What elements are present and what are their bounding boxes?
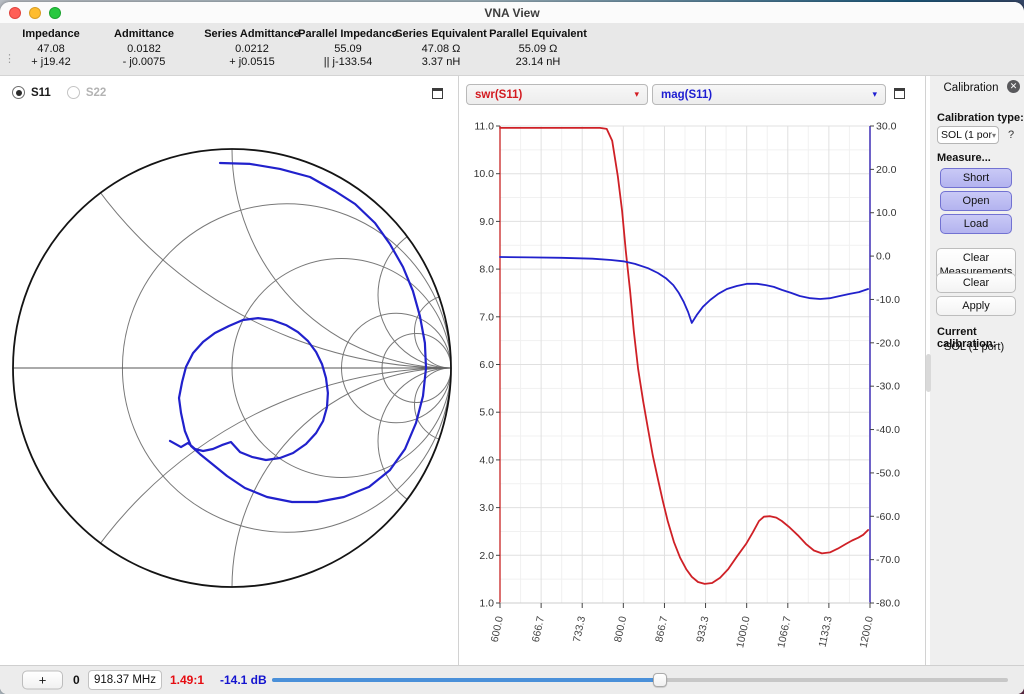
- slider-fill: [272, 678, 660, 682]
- right-axis-tick-label: 0.0: [876, 251, 891, 263]
- slider-handle[interactable]: [652, 673, 667, 687]
- left-axis-tick-label: 10.0: [474, 168, 495, 180]
- smith-chart: [12, 148, 452, 588]
- left-axis-tick-label: 4.0: [479, 454, 494, 466]
- measurement-impedance: Impedance 47.08 + j19.42: [22, 28, 80, 68]
- right-axis-tick-label: -80.0: [876, 598, 900, 610]
- x-axis-tick-label: 733.3: [571, 615, 588, 643]
- title-bar: VNA View: [0, 2, 1024, 23]
- drag-handle-icon[interactable]: ⋮: [4, 54, 15, 65]
- s11-radio[interactable]: [12, 86, 25, 99]
- swr(S11)-curve: [499, 127, 869, 585]
- s11-radio-label: S11: [31, 86, 51, 99]
- series2-dropdown[interactable]: mag(S11) ▾: [652, 84, 886, 105]
- x-axis-tick-label: 600.0: [489, 615, 506, 643]
- chevron-down-icon: ▾: [872, 89, 877, 99]
- left-axis-tick-label: 7.0: [479, 311, 494, 323]
- smith-panel: S11 S22: [0, 76, 458, 667]
- detach-smith-window-icon[interactable]: [432, 88, 443, 99]
- measurement-parallel-equivalent: Parallel Equivalent 55.09 Ω 23.14 nH: [489, 28, 587, 68]
- window-title: VNA View: [484, 6, 540, 20]
- series1-dropdown[interactable]: swr(S11) ▾: [466, 84, 648, 105]
- measurement-series-admittance: Series Admittance 0.0212 + j0.0515: [204, 28, 300, 68]
- chart-panel: swr(S11) ▾ mag(S11) ▾ 11.0 10.0 9.0 8.0 7.0 6…: [460, 76, 925, 667]
- x-axis-tick-label: 800.0: [612, 615, 629, 643]
- apply-button[interactable]: Apply: [936, 296, 1016, 316]
- x-axis-tick-label: 1066.7: [775, 615, 793, 649]
- scrollbar-thumb[interactable]: [926, 354, 931, 392]
- marker-frequency-slider[interactable]: [272, 673, 1008, 687]
- load-button[interactable]: Load: [940, 214, 1012, 234]
- series1-dropdown-value: swr(S11): [475, 88, 523, 101]
- x-axis-tick-label: 933.3: [694, 615, 711, 643]
- right-axis-tick-label: -50.0: [876, 467, 900, 479]
- s22-radio[interactable]: [66, 86, 80, 99]
- x-axis-tick-label: 1133.3: [817, 615, 835, 648]
- panel-divider[interactable]: [458, 76, 459, 667]
- measurement-admittance: Admittance 0.0182 - j0.0075: [114, 28, 174, 68]
- marker-mag-readout: -14.1 dB: [220, 673, 267, 687]
- right-axis-tick-label: -70.0: [876, 554, 900, 566]
- main-area: S11 S22 swr(S11) ▾ mag(S11) ▾ 11.0 10.0 9.…: [0, 76, 1024, 667]
- right-axis-tick-label: -40.0: [876, 424, 900, 436]
- open-button[interactable]: Open: [940, 191, 1012, 211]
- chevron-down-icon: ▾: [991, 130, 996, 140]
- series2-dropdown-value: mag(S11): [661, 88, 713, 101]
- clear-button[interactable]: Clear: [936, 273, 1016, 293]
- measure-label: Measure...: [937, 152, 991, 164]
- marker-frequency-field[interactable]: 918.37 MHz: [88, 670, 162, 690]
- left-axis-tick-label: 5.0: [479, 407, 494, 419]
- right-axis-tick-label: -20.0: [876, 337, 900, 349]
- marker-index: 0: [73, 673, 80, 687]
- smith-reactance-arcs: [13, 149, 451, 587]
- left-axis-tick-label: 2.0: [479, 550, 494, 562]
- measurements-header: ⋮ Impedance 47.08 + j19.42 Admittance 0.…: [0, 23, 1024, 76]
- x-axis-tick-label: 1000.0: [734, 615, 752, 649]
- current-calibration-value: SOL (1 port): [944, 341, 1005, 353]
- app-window: VNA View ⋮ Impedance 47.08 + j19.42 Admi…: [0, 2, 1024, 694]
- x-axis-tick-label: 666.7: [530, 615, 547, 643]
- measurement-series-equivalent: Series Equivalent 47.08 Ω 3.37 nH: [395, 28, 487, 68]
- help-button[interactable]: ?: [1008, 129, 1014, 141]
- x-axis-tick-label: 866.7: [653, 615, 670, 643]
- add-marker-button[interactable]: +: [22, 670, 63, 690]
- left-axis-tick-label: 8.0: [479, 264, 494, 276]
- left-axis-tick-label: 9.0: [479, 216, 494, 228]
- calibration-type-label: Calibration type:: [937, 112, 1024, 124]
- measurement-parallel-impedance: Parallel Impedance 55.09 || j-133.54: [298, 28, 398, 68]
- detach-chart-window-icon[interactable]: [894, 88, 905, 99]
- mag(S11)-curve: [499, 256, 869, 324]
- right-axis-tick-label: 20.0: [876, 164, 897, 176]
- right-axis-tick-label: 10.0: [876, 207, 897, 219]
- close-panel-icon[interactable]: ✕: [1007, 80, 1020, 93]
- left-axis-tick-label: 11.0: [474, 121, 494, 133]
- calibration-type-value: SOL (1 por: [941, 129, 992, 141]
- right-axis-tick-label: -60.0: [876, 511, 900, 523]
- calibration-type-dropdown[interactable]: SOL (1 por ▾: [937, 126, 999, 144]
- s22-radio-label: S22: [85, 86, 107, 99]
- right-axis-tick-label: -30.0: [876, 381, 900, 393]
- left-axis-tick-label: 6.0: [479, 359, 494, 371]
- x-axis-tick-label: 1200.0: [858, 615, 876, 649]
- swr-mag-chart: 11.0 10.0 9.0 8.0 7.0 6.0 5.0 4.0 3.0 2.0 1.0 30.0 2…: [474, 121, 901, 650]
- marker-swr-readout: 1.49:1: [170, 673, 205, 687]
- marker-bar: + 0 918.37 MHz 1.49:1 -14.1 dB: [0, 665, 1024, 694]
- chevron-down-icon: ▾: [634, 89, 639, 99]
- calibration-panel: Calibration ✕ Calibration type: SOL (1 p…: [926, 76, 1024, 667]
- left-axis-tick-label: 3.0: [479, 502, 494, 514]
- calibration-title: Calibration: [943, 82, 999, 94]
- right-axis-tick-label: 30.0: [876, 121, 897, 133]
- short-button[interactable]: Short: [940, 168, 1012, 188]
- right-axis-tick-label: -10.0: [876, 294, 900, 306]
- left-axis-tick-label: 1.0: [479, 598, 494, 610]
